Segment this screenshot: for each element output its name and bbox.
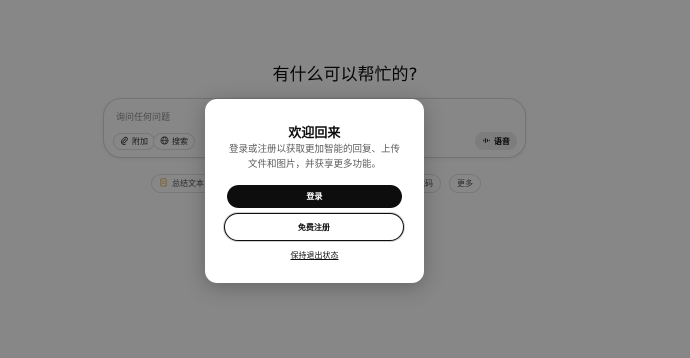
login-button[interactable]: 登录 — [227, 185, 402, 208]
signup-button[interactable]: 免费注册 — [224, 213, 404, 241]
stay-logged-out-link[interactable]: 保持退出状态 — [205, 250, 424, 261]
login-modal: 欢迎回来 登录或注册以获取更加智能的回复、上传文件和图片，并获享更多功能。 登录… — [205, 99, 424, 283]
modal-title: 欢迎回来 — [288, 126, 341, 141]
modal-description: 登录或注册以获取更加智能的回复、上传文件和图片，并获享更多功能。 — [228, 144, 400, 170]
